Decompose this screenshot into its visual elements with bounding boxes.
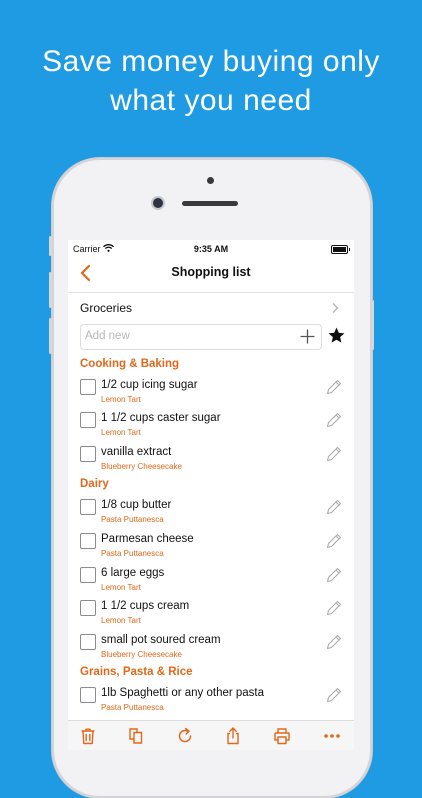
bottom-toolbar [68,720,354,750]
list-item: 1lb Spaghetti or any other pasta Pasta P… [68,685,354,717]
section-header: Dairy [80,478,109,490]
app-screen: Carrier 9:35 AM Shopping list Groceries … [68,240,354,750]
item-checkbox[interactable] [80,687,96,703]
item-name: 6 large eggs [101,567,165,579]
volume-down-button [49,318,52,354]
list-item: small pot soured cream Blueberry Cheesec… [68,632,354,664]
item-name: 1 1/2 cups caster sugar [101,412,221,424]
plus-icon[interactable] [299,328,316,345]
front-camera [207,177,214,184]
power-button [371,300,374,350]
list-item: 1/8 cup butter Pasta Puttanesca [68,497,354,529]
item-checkbox[interactable] [80,533,96,549]
item-name: Parmesan cheese [101,533,194,545]
item-checkbox[interactable] [80,499,96,515]
refresh-icon[interactable] [175,726,195,746]
status-time: 9:35 AM [193,244,229,254]
item-name: small pot soured cream [101,634,221,646]
headline-line-2: what you need [110,84,312,117]
item-checkbox[interactable] [80,379,96,395]
item-name: 1lb Spaghetti or any other pasta [101,687,265,699]
list-item: 6 large eggs Lemon Tart [68,565,354,597]
item-checkbox[interactable] [80,634,96,650]
item-name: 1 1/2 cups cream [101,600,190,612]
marketing-headline: Save money buying only what you need [0,42,422,120]
chevron-right-icon[interactable] [330,302,340,314]
item-recipe: Lemon Tart [101,428,141,437]
item-checkbox[interactable] [80,446,96,462]
pencil-icon[interactable] [324,444,344,464]
volume-up-button [49,272,52,308]
more-icon[interactable] [322,726,342,746]
list-item: Parmesan cheese Pasta Puttanesca [68,531,354,563]
section-header: Grains, Pasta & Rice [80,666,193,678]
item-recipe: Lemon Tart [101,616,141,625]
item-checkbox[interactable] [80,600,96,616]
list-selector-label[interactable]: Groceries [80,301,132,315]
item-recipe: Blueberry Cheesecake [101,462,182,471]
headline-line-1: Save money buying only [42,45,380,78]
pencil-icon[interactable] [324,632,344,652]
pencil-icon[interactable] [324,598,344,618]
trash-icon[interactable] [78,726,98,746]
pencil-icon[interactable] [324,565,344,585]
section-header: Cooking & Baking [80,358,180,370]
pencil-icon[interactable] [324,377,344,397]
pencil-icon[interactable] [324,531,344,551]
copy-icon[interactable] [126,726,146,746]
earpiece-speaker [182,201,238,206]
item-name: 1/8 cup butter [101,499,172,511]
item-recipe: Pasta Puttanesca [101,515,164,524]
item-name: 1/2 cup icing sugar [101,379,198,391]
print-icon[interactable] [272,726,292,746]
item-recipe: Pasta Puttanesca [101,703,164,712]
pencil-icon[interactable] [324,410,344,430]
status-bar: Carrier 9:35 AM [68,240,354,258]
star-icon[interactable] [327,326,346,345]
item-recipe: Pasta Puttanesca [101,549,164,558]
list-item: 1 1/2 cups caster sugar Lemon Tart [68,410,354,442]
list-item: vanilla extract Blueberry Cheesecake [68,444,354,476]
pencil-icon[interactable] [324,497,344,517]
list-item: 1/2 cup icing sugar Lemon Tart [68,377,354,409]
battery-icon [331,245,350,254]
item-recipe: Blueberry Cheesecake [101,650,182,659]
page-title: Shopping list [171,265,251,279]
item-checkbox[interactable] [80,567,96,583]
add-item-field[interactable] [80,324,322,350]
share-icon[interactable] [223,726,243,746]
item-checkbox[interactable] [80,412,96,428]
pencil-icon[interactable] [324,685,344,705]
camera-lens [153,198,163,208]
item-recipe: Lemon Tart [101,583,141,592]
mute-switch [49,236,52,256]
nav-bar: Shopping list [68,258,354,293]
item-recipe: Lemon Tart [101,395,141,404]
add-item-input[interactable] [85,328,285,344]
item-name: vanilla extract [101,446,172,458]
list-item: 1 1/2 cups cream Lemon Tart [68,598,354,630]
